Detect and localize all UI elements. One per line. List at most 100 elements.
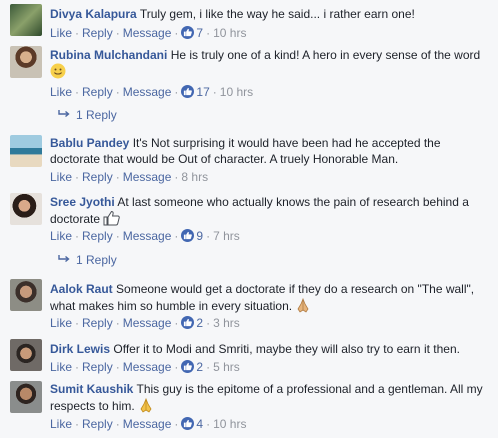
timestamp[interactable]: 7 hrs <box>213 229 240 243</box>
avatar[interactable] <box>10 381 42 413</box>
like-link[interactable]: Like <box>50 170 72 184</box>
like-link[interactable]: Like <box>50 26 72 40</box>
separator: · <box>115 170 120 184</box>
avatar[interactable] <box>10 193 42 225</box>
separator: · <box>75 360 80 374</box>
avatar[interactable] <box>10 339 42 371</box>
like-link[interactable]: Like <box>50 85 72 99</box>
avatar[interactable] <box>10 46 42 78</box>
avatar[interactable] <box>10 4 42 36</box>
separator: · <box>206 316 211 330</box>
comment-actions: Like · Reply · Message · 9 · 7 hrs <box>50 228 240 244</box>
separator: · <box>115 85 120 99</box>
comment-text: Someone would get a doctorate if they do… <box>50 282 475 313</box>
comment-actions: Like · Reply · Message · 2 · 3 hrs <box>50 315 240 331</box>
smile-emoji-icon <box>50 63 66 83</box>
commenter-name[interactable]: Rubina Mulchandani <box>50 48 167 62</box>
message-link[interactable]: Message <box>123 26 172 40</box>
separator: · <box>115 26 120 40</box>
comment-actions: Like · Reply · Message · 2 · 5 hrs <box>50 359 240 375</box>
reply-link[interactable]: Reply <box>82 316 113 330</box>
folded-hands-emoji-icon <box>295 297 311 317</box>
like-link[interactable]: Like <box>50 417 72 431</box>
timestamp[interactable]: 3 hrs <box>213 316 240 330</box>
reply-link[interactable]: Reply <box>82 417 113 431</box>
message-link[interactable]: Message <box>123 417 172 431</box>
commenter-name[interactable]: Sumit Kaushik <box>50 382 133 396</box>
separator: · <box>75 229 80 243</box>
comment-body: Rubina Mulchandani He is truly one of a … <box>50 47 490 83</box>
separator: · <box>206 417 211 431</box>
like-count-icon <box>181 316 195 329</box>
like-count-icon <box>181 26 195 39</box>
separator: · <box>115 229 120 243</box>
comment-body: Aalok Raut Someone would get a doctorate… <box>50 281 490 317</box>
separator: · <box>75 170 80 184</box>
comment-text: Truly gem, i like the way he said... i r… <box>139 7 415 21</box>
folded-hands-emoji-icon <box>138 397 154 417</box>
reply-arrow-icon <box>58 107 70 123</box>
like-count-icon <box>181 229 195 242</box>
like-link[interactable]: Like <box>50 229 72 243</box>
timestamp[interactable]: 10 hrs <box>213 417 246 431</box>
separator: · <box>115 360 120 374</box>
comment-text: He is truly one of a kind! A hero in eve… <box>170 48 481 62</box>
comment-text: Offer it to Modi and Smriti, maybe they … <box>113 342 460 356</box>
separator: · <box>174 417 179 431</box>
reply-link[interactable]: Reply <box>82 229 113 243</box>
avatar[interactable] <box>10 135 42 167</box>
comment-body: Sree Jyothi At last someone who actually… <box>50 194 490 230</box>
commenter-name[interactable]: Dirk Lewis <box>50 342 110 356</box>
separator: · <box>75 85 80 99</box>
like-count[interactable]: 17 <box>196 85 209 99</box>
message-link[interactable]: Message <box>123 360 172 374</box>
like-count-icon <box>181 85 195 98</box>
commenter-name[interactable]: Divya Kalapura <box>50 7 137 21</box>
separator: · <box>174 170 179 184</box>
separator: · <box>174 26 179 40</box>
like-count-icon <box>181 360 195 373</box>
message-link[interactable]: Message <box>123 85 172 99</box>
thumbs-up-emoji-icon <box>103 210 121 230</box>
message-link[interactable]: Message <box>123 316 172 330</box>
separator: · <box>174 229 179 243</box>
like-count-icon <box>181 417 195 430</box>
like-link[interactable]: Like <box>50 316 72 330</box>
timestamp[interactable]: 10 hrs <box>213 26 246 40</box>
separator: · <box>206 26 211 40</box>
separator: · <box>75 26 80 40</box>
like-link[interactable]: Like <box>50 360 72 374</box>
reply-arrow-icon <box>58 252 70 268</box>
commenter-name[interactable]: Aalok Raut <box>50 282 113 296</box>
timestamp[interactable]: 10 hrs <box>220 85 253 99</box>
comment-body: Sumit Kaushik This guy is the epitome of… <box>50 381 490 417</box>
view-replies-link[interactable]: 1 Reply <box>50 252 117 268</box>
separator: · <box>206 229 211 243</box>
timestamp[interactable]: 5 hrs <box>213 360 240 374</box>
separator: · <box>174 85 179 99</box>
avatar[interactable] <box>10 279 42 311</box>
replies-count: 1 Reply <box>76 253 117 267</box>
reply-link[interactable]: Reply <box>82 170 113 184</box>
comment-body: Bablu Pandey It's Not surprising it woul… <box>50 135 490 167</box>
separator: · <box>115 417 120 431</box>
separator: · <box>174 360 179 374</box>
timestamp[interactable]: 8 hrs <box>181 170 208 184</box>
reply-link[interactable]: Reply <box>82 360 113 374</box>
commenter-name[interactable]: Sree Jyothi <box>50 195 115 209</box>
separator: · <box>75 316 80 330</box>
comment-body: Divya Kalapura Truly gem, i like the way… <box>50 6 490 22</box>
comment-actions: Like · Reply · Message · 4 · 10 hrs <box>50 416 246 432</box>
replies-count: 1 Reply <box>76 108 117 122</box>
commenter-name[interactable]: Bablu Pandey <box>50 136 129 150</box>
reply-link[interactable]: Reply <box>82 26 113 40</box>
comment-actions: Like · Reply · Message · 7 · 10 hrs <box>50 25 246 41</box>
message-link[interactable]: Message <box>123 229 172 243</box>
view-replies-link[interactable]: 1 Reply <box>50 107 117 123</box>
reply-link[interactable]: Reply <box>82 85 113 99</box>
separator: · <box>212 85 217 99</box>
comment-actions: Like · Reply · Message · 8 hrs <box>50 169 208 185</box>
message-link[interactable]: Message <box>123 170 172 184</box>
separator: · <box>174 316 179 330</box>
comment-body: Dirk Lewis Offer it to Modi and Smriti, … <box>50 341 490 357</box>
